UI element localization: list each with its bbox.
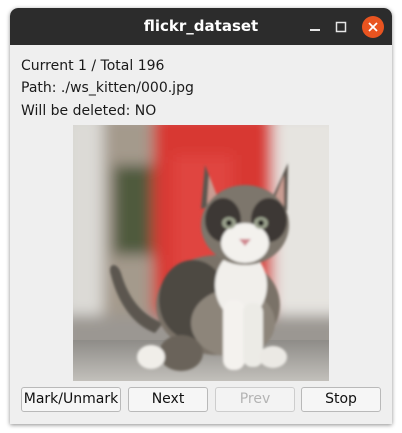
title-bar: flickr_dataset: [10, 8, 392, 45]
close-icon: [368, 22, 378, 32]
delete-status-label: Will be deleted: NO: [21, 103, 157, 119]
kitten-image: [73, 125, 329, 381]
maximize-icon: [335, 21, 347, 33]
mark-unmark-button[interactable]: Mark/Unmark: [21, 387, 121, 412]
minimize-button[interactable]: [304, 16, 326, 38]
stop-button[interactable]: Stop: [301, 387, 381, 412]
close-button[interactable]: [362, 16, 384, 38]
progress-label: Current 1 / Total 196: [21, 58, 165, 74]
path-label: Path: ./ws_kitten/000.jpg: [21, 80, 194, 96]
prev-button: Prev: [215, 387, 295, 412]
minimize-icon: [310, 29, 320, 31]
next-button[interactable]: Next: [128, 387, 208, 412]
maximize-button[interactable]: [330, 16, 352, 38]
app-window: flickr_dataset Current 1 / Total 196 Pat…: [10, 8, 392, 424]
